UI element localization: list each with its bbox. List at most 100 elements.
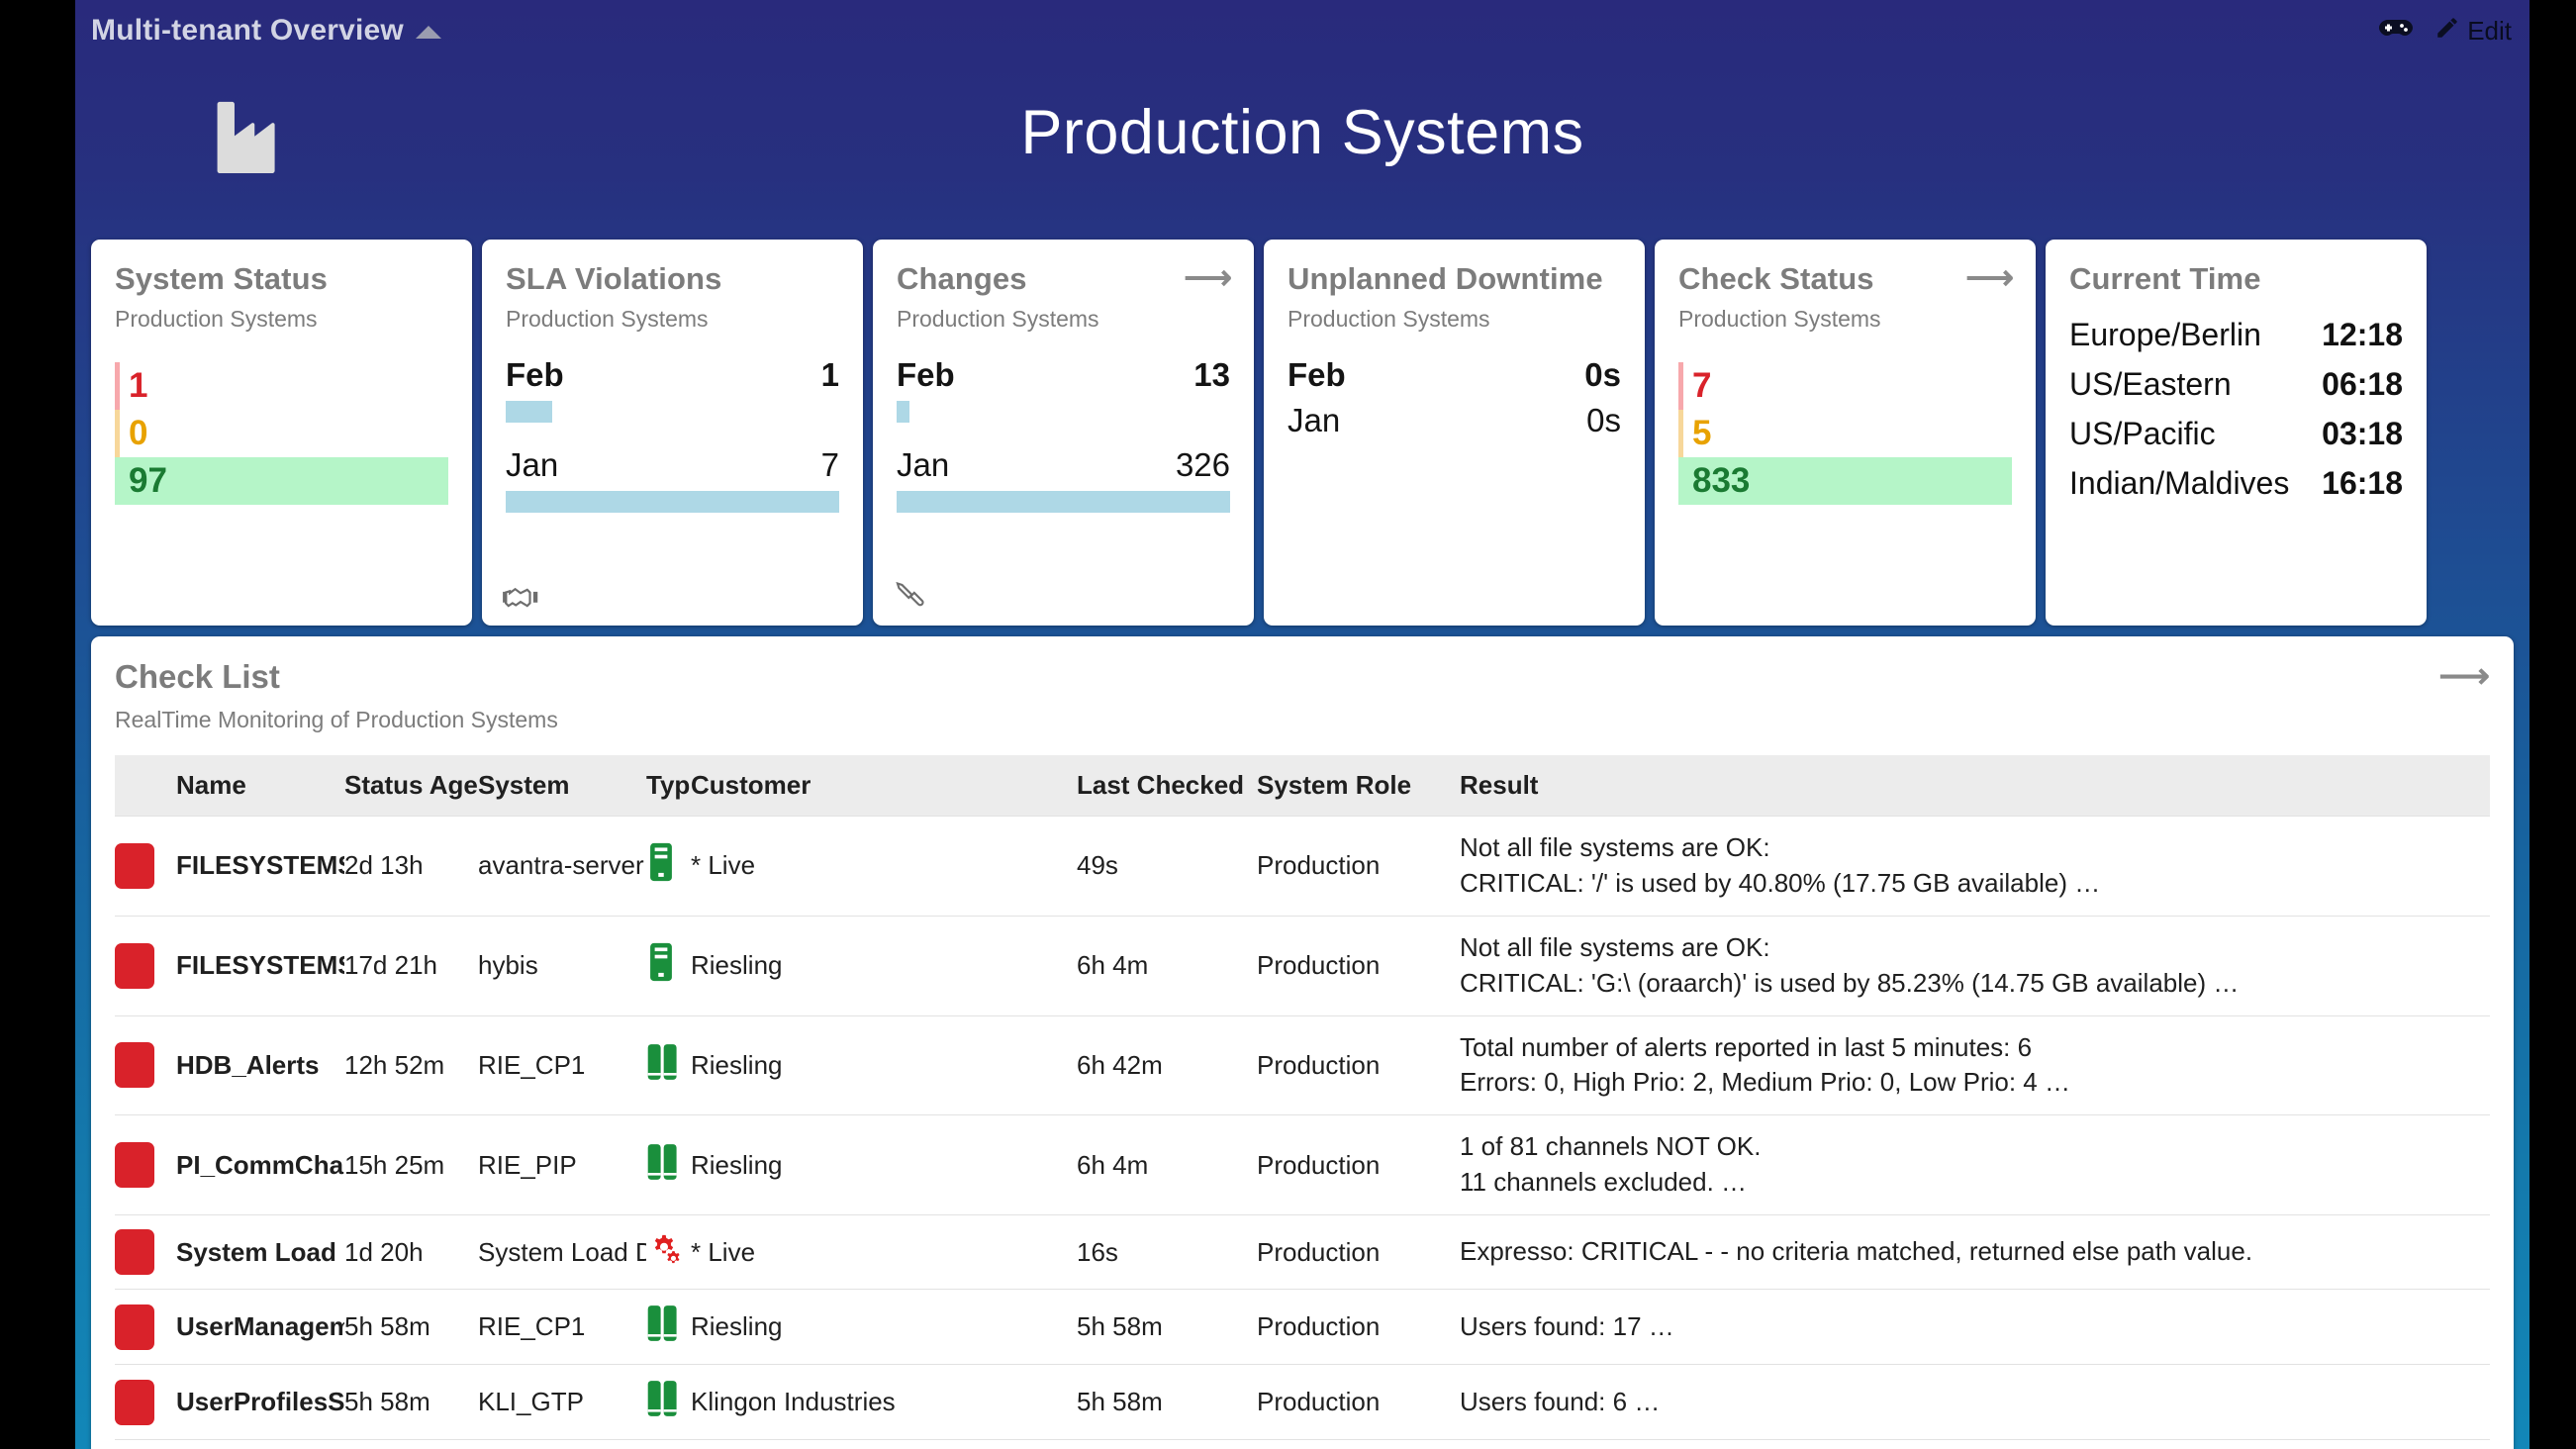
month-value: 0s [1584,356,1621,394]
cell-name: FILESYSTEMS [176,916,344,1015]
timezone-label: US/Eastern [2069,366,2232,403]
column-header-system-role[interactable]: System Role [1257,755,1460,817]
column-header-system[interactable]: System [478,755,646,817]
cell-status-age: 5h 58m [344,1290,478,1365]
status-count-row[interactable]: 5 [1678,410,2012,457]
cell-name: PI_CommChanr [176,1115,344,1215]
status-count-row[interactable]: 0 [115,410,448,457]
cell-last-checked: 5h 58m [1077,1290,1257,1365]
changes-previous-bar [897,491,1230,513]
timezone-label: US/Pacific [2069,416,2216,452]
database-icon [646,1319,680,1349]
table-row[interactable]: PI_CommChanr15h 25mRIE_PIPRiesling6h 4mP… [115,1115,2490,1215]
arrow-right-icon[interactable]: ⟶ [1965,261,2014,295]
card-check-status[interactable]: Check Status Production Systems ⟶ 75833 [1655,240,2036,626]
arrow-right-icon[interactable]: ⟶ [2438,658,2490,694]
status-badge[interactable] [115,916,176,1015]
column-header-name[interactable]: Name [176,755,344,817]
cell-result: 2 user(s) in 2 client(s) tested. [1460,1440,2490,1449]
status-count-row[interactable]: 7 [1678,362,2012,410]
result-line: CRITICAL: '/' is used by 40.80% (17.75 G… [1460,866,2490,902]
server-icon [646,958,676,988]
sla-current-bar [506,401,552,423]
status-count-row[interactable]: 833 [1678,457,2012,505]
cell-result: Total number of alerts reported in last … [1460,1015,2490,1115]
table-row[interactable]: UserProfilesSA5h 58mKLI_GTPKlingon Indus… [115,1365,2490,1440]
column-header-type[interactable]: Type [646,755,691,817]
status-chip [115,1142,154,1188]
column-header-status-age[interactable]: Status Age [344,755,478,817]
system-status-bars: 1097 [115,362,448,505]
cell-system-role: Production [1257,1015,1460,1115]
month-value: 1 [821,356,839,394]
card-subtitle: Production Systems [897,306,1230,333]
timezone-label: Europe/Berlin [2069,317,2261,353]
cell-result: Users found: 6 … [1460,1365,2490,1440]
status-chip [115,943,154,989]
dashboard-selector[interactable]: Multi-tenant Overview [91,14,441,48]
table-row[interactable]: Production2 user(s) in 2 client(s) teste… [115,1440,2490,1449]
cell-status-age: 15h 25m [344,1115,478,1215]
status-count-row[interactable]: 97 [115,457,448,505]
column-header-result[interactable]: Result [1460,755,2490,817]
status-badge[interactable] [115,817,176,917]
table-header: Name Status Age System Type Customer Las… [115,755,2490,817]
cell-name: System Load Detector [176,1215,344,1290]
timezone-row: US/Eastern 06:18 [2069,366,2403,403]
status-badge[interactable] [115,1290,176,1365]
timezone-time: 06:18 [2322,366,2403,403]
cell-last-checked: 49s [1077,817,1257,917]
result-line: 11 channels excluded. … [1460,1165,2490,1201]
cell-customer [691,1440,1077,1449]
arrow-right-icon[interactable]: ⟶ [1184,261,1232,295]
table-row[interactable]: FILESYSTEMS2d 13havantra-server* Live49s… [115,817,2490,917]
caret-up-icon[interactable] [416,26,441,39]
cell-system-role: Production [1257,817,1460,917]
changes-current: Feb 13 [897,356,1230,423]
table-row[interactable]: HDB_Alerts12h 52mRIE_CP1Riesling6h 42mPr… [115,1015,2490,1115]
cell-name: UserManageme [176,1290,344,1365]
month-label: Feb [506,356,564,394]
table-row[interactable]: UserManageme5h 58mRIE_CP1Riesling5h 58mP… [115,1290,2490,1365]
cell-result: 1 of 81 channels NOT OK.11 channels excl… [1460,1115,2490,1215]
column-header-customer[interactable]: Customer [691,755,1077,817]
cell-name: HDB_Alerts [176,1015,344,1115]
cell-system-role: Production [1257,1290,1460,1365]
card-title: Changes [897,261,1230,297]
cell-customer: * Live [691,1215,1077,1290]
card-sla-violations[interactable]: SLA Violations Production Systems Feb 1 … [482,240,863,626]
table-row[interactable]: System Load Detector1d 20hSystem Load De… [115,1215,2490,1290]
status-badge[interactable] [115,1115,176,1215]
status-badge[interactable] [115,1215,176,1290]
status-badge[interactable] [115,1365,176,1440]
status-badge[interactable] [115,1015,176,1115]
status-badge[interactable] [115,1440,176,1449]
cell-name: FILESYSTEMS [176,817,344,917]
cell-system: System Load Detector [478,1215,646,1290]
card-title: System Status [115,261,448,297]
result-line: Total number of alerts reported in last … [1460,1030,2490,1066]
cell-last-checked: 5h 58m [1077,1365,1257,1440]
card-system-status[interactable]: System Status Production Systems 1097 [91,240,472,626]
month-label: Feb [897,356,955,394]
gamepad-icon[interactable] [2379,16,2413,47]
column-header-last-checked[interactable]: Last Checked [1077,755,1257,817]
status-count-row[interactable]: 1 [115,362,448,410]
kpi-row: System Status Production Systems 1097 SL… [75,240,2529,626]
cell-name [176,1440,344,1449]
table-row[interactable]: FILESYSTEMS17d 21hhybisRiesling6h 4mProd… [115,916,2490,1015]
card-title: SLA Violations [506,261,839,297]
result-line: Users found: 17 … [1460,1309,2490,1345]
panel-subtitle: RealTime Monitoring of Production System… [115,707,2490,733]
pencil-icon [2434,15,2460,48]
cell-customer: Riesling [691,916,1077,1015]
timezone-time: 16:18 [2322,465,2403,502]
cell-status-age [344,1440,478,1449]
column-header-status[interactable] [115,755,176,817]
card-changes[interactable]: Changes Production Systems ⟶ Feb 13 Jan … [873,240,1254,626]
table-body: FILESYSTEMS2d 13havantra-server* Live49s… [115,817,2490,1449]
edit-button[interactable]: Edit [2434,15,2512,48]
cell-system-role: Production [1257,1115,1460,1215]
card-unplanned-downtime[interactable]: Unplanned Downtime Production Systems Fe… [1264,240,1645,626]
dashboard-header: Production Systems [75,61,2529,240]
